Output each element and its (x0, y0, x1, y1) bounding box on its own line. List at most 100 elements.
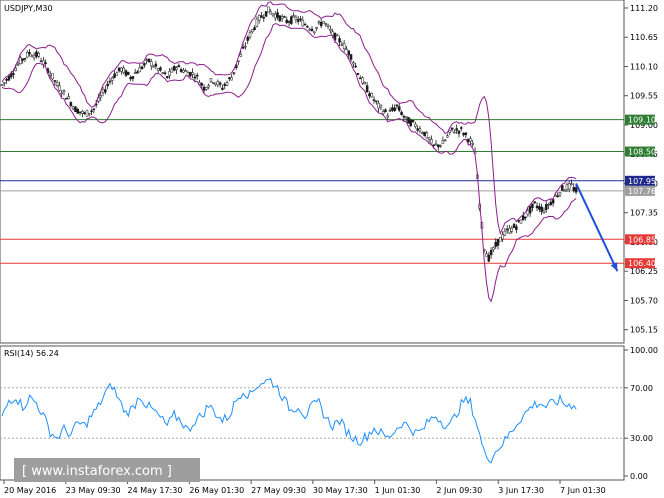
candle-bear (285, 19, 288, 24)
rsi-tick-label: 30.00 (630, 434, 653, 443)
candle-bear (512, 224, 516, 228)
candle-bull (336, 34, 339, 37)
time-tick-label: 24 May 17:30 (128, 486, 183, 495)
candle-bull (448, 130, 452, 133)
candle-bear (561, 185, 564, 191)
candle-bull (381, 111, 385, 115)
candle-bear (202, 86, 206, 91)
candle-bear (287, 21, 291, 23)
candle-bull (145, 59, 148, 62)
candle-bear (407, 117, 410, 124)
candle-bull (225, 82, 229, 86)
candle-bull (55, 82, 59, 86)
candle-bear (372, 99, 376, 101)
candle-bear (76, 109, 80, 114)
candle-bear (384, 109, 387, 113)
level-label: 107.95 (628, 177, 656, 186)
candle-bear (290, 16, 293, 24)
candle-bull (110, 77, 114, 81)
candle-bull (269, 11, 272, 15)
candle-bull (427, 137, 431, 141)
candle-bull (294, 16, 298, 21)
candle-bull (370, 93, 373, 98)
candle-bear (464, 132, 468, 136)
price-tick-label: 111.20 (630, 4, 658, 13)
candle-bull (317, 21, 321, 24)
time-tick-label: 27 May 09:30 (251, 486, 306, 495)
candle-bull (342, 43, 346, 49)
candle-bull (280, 16, 284, 19)
candle-bear (39, 60, 43, 63)
candle-bull (14, 67, 18, 71)
price-tick-label: 106.25 (630, 267, 658, 276)
candle-bear (223, 83, 226, 86)
candle-bear (533, 201, 536, 204)
candle-bull (547, 204, 550, 206)
candle-bull (386, 115, 390, 118)
candle-bull (81, 110, 84, 114)
candle-bear (5, 78, 8, 81)
candle-bear (574, 187, 578, 193)
candle-bull (404, 116, 408, 119)
candle-bull (175, 67, 178, 71)
candle-bull (315, 26, 318, 29)
time-tick-label: 20 May 2016 (4, 486, 56, 495)
candle-bull (567, 183, 571, 190)
candle-bull (184, 70, 187, 72)
candle-bear (193, 76, 197, 79)
candle-bull (453, 131, 456, 134)
candle-bull (209, 78, 213, 82)
time-tick-label: 30 May 17:30 (313, 486, 368, 495)
price-tick-label: 110.10 (630, 62, 658, 71)
candle-bear (349, 54, 353, 60)
candle-bull (565, 184, 569, 191)
candle-bear (131, 76, 135, 79)
candle-bear (260, 15, 263, 18)
candle-bear (356, 73, 360, 75)
candle-bull (255, 18, 259, 27)
candle-bear (69, 102, 73, 106)
rsi-tick-label: 100.00 (630, 346, 658, 355)
candle-bull (212, 82, 215, 84)
candle-bull (32, 54, 36, 59)
candle-bull (425, 132, 429, 139)
candle-bear (524, 216, 527, 219)
candle-bull (62, 90, 66, 93)
candle-bear (393, 107, 396, 111)
candle-bull (216, 81, 220, 86)
candle-bull (485, 253, 488, 257)
time-tick-label: 26 May 01:30 (189, 486, 244, 495)
candle-bull (558, 192, 562, 196)
candle-bear (365, 85, 369, 93)
price-panel-frame (0, 0, 625, 344)
candle-bear (23, 58, 27, 60)
candle-bull (58, 85, 61, 91)
candle-bear (306, 26, 309, 28)
candle-bear (310, 28, 314, 32)
candle-bull (519, 219, 523, 224)
candle-bull (563, 190, 566, 192)
candle-bear (522, 215, 525, 221)
candle-bull (271, 13, 275, 16)
price-tick-label: 109.55 (630, 92, 658, 101)
candle-bear (494, 242, 497, 247)
candle-bear (177, 65, 181, 68)
candle-bear (104, 89, 107, 93)
candle-bull (170, 68, 174, 73)
candle-bull (503, 230, 507, 236)
candle-bear (354, 65, 357, 68)
candle-bear (113, 73, 116, 78)
candle-bear (358, 77, 362, 80)
candle-bull (48, 73, 52, 76)
candle-bull (205, 87, 208, 90)
candle-bull (471, 143, 474, 145)
candle-bull (133, 72, 137, 74)
candle-bear (411, 120, 415, 122)
candle-bull (352, 62, 355, 65)
candle-bear (416, 128, 419, 131)
candle-bull (418, 128, 422, 132)
candle-bull (138, 67, 142, 73)
price-tick-label: 110.65 (630, 33, 658, 42)
candle-bear (460, 127, 463, 129)
candle-bear (528, 206, 532, 214)
